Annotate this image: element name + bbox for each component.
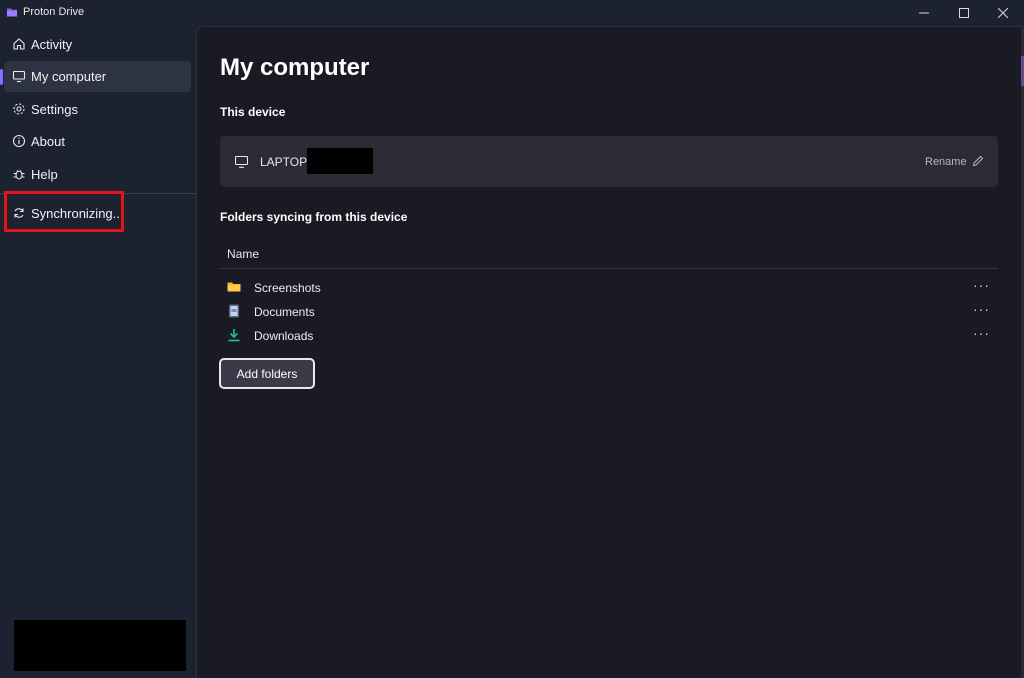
folder-icon <box>227 282 241 292</box>
table-row-documents[interactable]: Documents ··· <box>220 301 998 323</box>
monitor-icon <box>12 69 26 83</box>
sidebar-item-label: Help <box>31 167 58 182</box>
column-header-name[interactable]: Name <box>227 247 259 261</box>
sidebar-item-help[interactable]: Help <box>4 159 191 190</box>
minimize-button[interactable] <box>904 0 944 26</box>
documents-icon <box>229 304 239 318</box>
pencil-icon[interactable] <box>971 154 985 168</box>
device-name: LAPTOP- <box>260 155 312 169</box>
download-icon <box>228 329 240 342</box>
add-folders-button[interactable]: Add folders <box>219 358 315 389</box>
minimize-icon <box>919 12 929 14</box>
redacted-device-name <box>307 148 373 174</box>
annotation-highlight-box <box>4 191 124 232</box>
table-header-divider <box>220 268 998 269</box>
table-row-screenshots[interactable]: Screenshots ··· <box>220 277 998 299</box>
folder-name: Downloads <box>254 329 314 343</box>
monitor-icon <box>235 156 248 168</box>
folder-name: Screenshots <box>254 281 321 295</box>
sidebar-item-label: Activity <box>31 37 73 52</box>
sidebar-item-settings[interactable]: Settings <box>4 94 191 125</box>
folder-name: Documents <box>254 305 315 319</box>
redacted-account-area <box>14 620 186 671</box>
close-button[interactable] <box>983 0 1023 26</box>
sidebar-item-my-computer[interactable]: My computer <box>0 61 191 92</box>
more-options-button[interactable]: ··· <box>973 277 990 293</box>
sidebar-item-label: About <box>31 134 65 149</box>
title-bar: Proton Drive <box>0 0 1024 26</box>
table-row-downloads[interactable]: Downloads ··· <box>220 325 998 347</box>
bug-icon <box>12 167 26 181</box>
close-icon <box>998 8 1008 18</box>
sidebar-item-label: Settings <box>31 102 78 117</box>
device-section-label: This device <box>220 105 286 119</box>
info-icon <box>12 134 26 148</box>
more-options-button[interactable]: ··· <box>973 301 990 317</box>
maximize-button[interactable] <box>944 0 984 26</box>
sidebar-item-label: My computer <box>31 69 107 84</box>
page-title: My computer <box>220 54 370 81</box>
more-options-button[interactable]: ··· <box>973 325 990 341</box>
folders-section-label: Folders syncing from this device <box>220 210 408 224</box>
selection-indicator <box>0 69 3 85</box>
sidebar-item-activity[interactable]: Activity <box>4 29 191 60</box>
proton-drive-logo-icon <box>7 8 17 17</box>
sidebar: Activity My computer Settings About Help… <box>0 26 196 678</box>
sidebar-item-about[interactable]: About <box>4 126 191 157</box>
app-title: Proton Drive <box>23 6 85 18</box>
main-panel: My computer This device LAPTOP- Rename F… <box>196 26 1021 678</box>
device-card: LAPTOP- Rename <box>220 136 998 187</box>
rename-button[interactable]: Rename <box>925 156 967 168</box>
gear-icon <box>12 102 26 116</box>
maximize-icon <box>959 8 969 18</box>
home-icon <box>12 37 26 51</box>
